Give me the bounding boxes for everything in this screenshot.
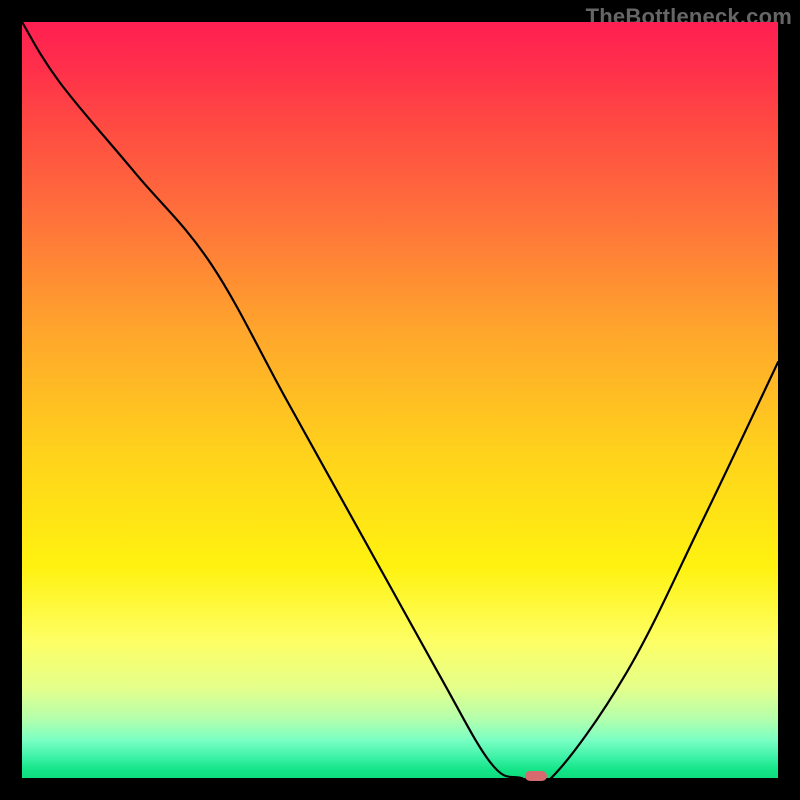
bottleneck-curve <box>22 22 778 778</box>
optimal-marker <box>525 771 547 781</box>
plot-area <box>22 22 778 778</box>
curve-path <box>22 22 778 778</box>
chart-frame: TheBottleneck.com <box>0 0 800 800</box>
